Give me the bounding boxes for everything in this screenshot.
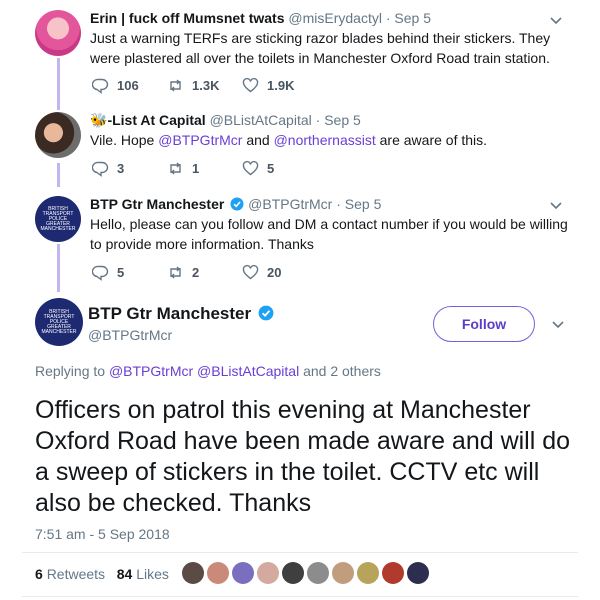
tweet-actions: 3 1 5 [92, 160, 317, 177]
liker-avatar[interactable] [232, 562, 254, 584]
chevron-down-icon[interactable] [551, 317, 565, 331]
tweet-header: Erin | fuck off Mumsnet twats @misErydac… [90, 10, 431, 26]
retweet-icon [170, 162, 181, 175]
replying-prefix: Replying to [35, 363, 109, 379]
liker-avatar[interactable] [282, 562, 304, 584]
verified-badge-icon [258, 305, 274, 321]
liker-avatar[interactable] [207, 562, 229, 584]
logo-text: MANCHESTER [41, 328, 77, 335]
tweet-timestamp[interactable]: 7:51 am - 5 Sep 2018 [35, 526, 170, 542]
engagement-stats: 6 Retweets 84 Likes [35, 566, 169, 582]
avatar[interactable] [35, 112, 81, 158]
tweet-erin[interactable]: Erin | fuck off Mumsnet twats @misErydac… [0, 0, 600, 100]
chevron-down-icon[interactable] [549, 198, 563, 212]
reply-count: 5 [117, 265, 125, 280]
like-count: 5 [267, 161, 275, 176]
heart-icon [242, 264, 259, 280]
tweet-time[interactable]: · Sep 5 [386, 10, 431, 26]
tweet-btp-reply[interactable]: BRITISH TRANSPORT POLICE GREATER MANCHES… [0, 190, 600, 290]
tweet-blist[interactable]: 🐝-List At Capital @BListAtCapital · Sep … [0, 106, 600, 188]
liker-avatars [182, 562, 432, 584]
main-avatar[interactable]: BRITISH TRANSPORT POLICE GREATER MANCHES… [35, 298, 83, 346]
main-tweet-text: Officers on patrol this evening at Manch… [35, 396, 571, 517]
chevron-down-icon[interactable] [549, 13, 563, 27]
bee-emoji: 🐝 [90, 112, 108, 128]
retweet-button[interactable]: 2 [167, 264, 242, 281]
liker-avatar[interactable] [382, 562, 404, 584]
tweet-actions: 5 2 20 [92, 264, 317, 281]
avatar[interactable] [35, 10, 81, 56]
text-segment: Vile. Hope [90, 132, 159, 148]
reply-button[interactable]: 5 [92, 264, 167, 281]
divider [22, 552, 578, 553]
retweets-stat[interactable]: 6 Retweets [35, 566, 105, 582]
liker-avatar[interactable] [332, 562, 354, 584]
replying-mentions[interactable]: @BTPGtrMcr @BListAtCapital [109, 363, 299, 379]
reply-count: 106 [117, 78, 139, 93]
user-handle[interactable]: @BTPGtrMcr [248, 196, 332, 212]
retweets-label: Retweets [46, 566, 106, 582]
like-count: 20 [267, 265, 282, 280]
mention-link[interactable]: @northernassist [274, 132, 376, 148]
main-user-handle[interactable]: @BTPGtrMcr [88, 327, 172, 343]
user-handle[interactable]: @BListAtCapital [210, 112, 312, 128]
retweet-icon [170, 266, 181, 279]
logo-text: MANCHESTER [40, 225, 76, 232]
likes-count: 84 [116, 566, 133, 582]
liker-avatar[interactable] [257, 562, 279, 584]
tweet-actions: 106 1.3K 1.9K [92, 77, 317, 94]
like-button[interactable]: 1.9K [242, 77, 317, 94]
tweet-header: 🐝-List At Capital @BListAtCapital · Sep … [90, 112, 361, 129]
user-handle[interactable]: @misErydactyl [288, 10, 382, 26]
follow-button[interactable]: Follow [433, 306, 535, 342]
replying-to: Replying to @BTPGtrMcr @BListAtCapital a… [35, 363, 381, 379]
reply-icon [92, 78, 109, 94]
tweet-time[interactable]: · Sep 5 [336, 196, 381, 212]
retweet-count: 1 [192, 161, 200, 176]
retweet-count: 1.3K [192, 78, 220, 93]
retweet-button[interactable]: 1.3K [167, 77, 242, 94]
reply-button[interactable]: 3 [92, 160, 167, 177]
liker-avatar[interactable] [307, 562, 329, 584]
retweet-icon [170, 79, 181, 92]
like-count: 1.9K [267, 78, 295, 93]
reply-icon [92, 161, 109, 177]
verified-badge-icon [230, 197, 244, 211]
mention-link[interactable]: @BTPGtrMcr [158, 132, 242, 148]
retweets-count: 6 [35, 566, 43, 582]
reply-icon [92, 265, 109, 281]
likes-stat[interactable]: 84 Likes [117, 566, 169, 582]
main-name-text[interactable]: BTP Gtr Manchester [88, 304, 251, 323]
tweet-text: Hello, please can you follow and DM a co… [90, 216, 568, 252]
like-button[interactable]: 5 [242, 160, 317, 177]
tweet-header: BTP Gtr Manchester @BTPGtrMcr · Sep 5 [90, 196, 381, 212]
tweet-time[interactable]: · Sep 5 [316, 112, 361, 128]
heart-icon [242, 160, 259, 176]
display-name[interactable]: BTP Gtr Manchester [90, 196, 224, 212]
retweet-button[interactable]: 1 [167, 160, 242, 177]
tweet-text: Just a warning TERFs are sticking razor … [90, 30, 551, 66]
divider [22, 596, 578, 597]
liker-avatar[interactable] [407, 562, 429, 584]
liker-avatar[interactable] [357, 562, 379, 584]
text-segment: are aware of this. [375, 132, 488, 148]
avatar[interactable]: BRITISH TRANSPORT POLICE GREATER MANCHES… [35, 196, 81, 242]
likes-label: Likes [136, 566, 169, 582]
tweet-text: Vile. Hope @BTPGtrMcr and @northernassis… [90, 130, 570, 150]
liker-avatar[interactable] [182, 562, 204, 584]
display-name[interactable]: -List At Capital [107, 112, 205, 128]
display-name[interactable]: Erin | fuck off Mumsnet twats [90, 10, 285, 26]
main-display-name[interactable]: BTP Gtr Manchester [88, 304, 274, 324]
retweet-count: 2 [192, 265, 200, 280]
heart-icon [242, 77, 259, 93]
like-button[interactable]: 20 [242, 264, 317, 281]
reply-button[interactable]: 106 [92, 77, 167, 94]
replying-suffix[interactable]: and 2 others [299, 363, 381, 379]
text-segment: and [242, 132, 274, 148]
reply-count: 3 [117, 161, 125, 176]
